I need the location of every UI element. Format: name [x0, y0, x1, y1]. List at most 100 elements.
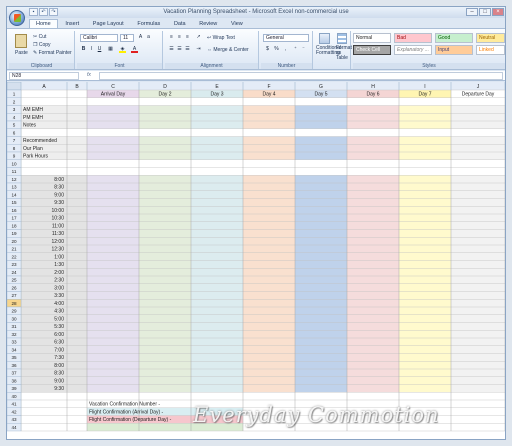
bold-icon[interactable]: B [80, 46, 87, 53]
day-notes-fill [139, 105, 191, 129]
conditional-formatting-button[interactable]: Conditional Formatting [316, 46, 341, 56]
align-top-icon[interactable]: ≡ [168, 34, 175, 41]
conditional-formatting-icon[interactable] [319, 33, 330, 44]
clipboard-label: Clipboard [9, 63, 74, 69]
style-bad[interactable]: Bad [394, 33, 432, 43]
number-format-select[interactable]: General [263, 34, 309, 42]
font-color-icon[interactable]: A [131, 46, 138, 53]
ribbon: Paste ✂ Cut ❐ Copy ✎ Format Painter Clip… [7, 28, 505, 70]
office-button[interactable] [9, 10, 25, 26]
style-explanatory[interactable]: Explanatory ... [394, 45, 432, 55]
row-number: 30 [11, 316, 17, 321]
maximize-icon[interactable]: □ [479, 8, 491, 16]
align-left-icon[interactable]: ☰ [168, 46, 175, 53]
day-plan-fill [139, 136, 191, 160]
time-slot-label: 1:00 [54, 254, 64, 260]
paste-button[interactable]: Paste [15, 50, 28, 56]
format-table-button[interactable]: Format as Table [336, 46, 352, 61]
paste-icon[interactable] [15, 34, 27, 48]
day-notes-fill [191, 105, 243, 129]
font-label: Font [77, 63, 162, 69]
day-notes-fill [87, 105, 139, 129]
shrink-font-icon[interactable]: a [145, 34, 152, 41]
select-all-corner[interactable] [7, 81, 22, 91]
align-bottom-icon[interactable]: ≡ [184, 34, 191, 41]
grid-svg[interactable]: A B C D E F G H I J123456789101112131415161718192… [7, 81, 505, 440]
style-good[interactable]: Good [435, 33, 473, 43]
column-header-h: H [371, 84, 375, 90]
fill-color-icon[interactable]: ◈ [119, 46, 126, 53]
format-painter-button[interactable]: ✎ Format Painter [33, 50, 72, 56]
day-notes-fill [347, 105, 399, 129]
align-right-icon[interactable]: ☰ [184, 46, 191, 53]
align-center-icon[interactable]: ☰ [176, 46, 183, 53]
time-slot-label: 1:30 [54, 262, 64, 268]
borders-icon[interactable]: ▦ [107, 46, 114, 53]
row-number: 31 [11, 324, 17, 329]
font-name-select[interactable]: Calibri [80, 34, 118, 42]
increase-decimal-icon[interactable]: ⁺ [292, 46, 299, 53]
row-label: Park Hours [23, 154, 49, 160]
number-group: General $ % , ⁺ ⁻ Number [261, 31, 313, 69]
orientation-icon[interactable]: ↗ [195, 34, 202, 41]
row-number: 17 [11, 216, 17, 221]
name-box[interactable]: N28 [9, 72, 79, 80]
merge-center-button[interactable]: ⇔ Merge & Center [207, 47, 249, 53]
time-slot-label: 9:00 [54, 378, 64, 384]
fx-icon[interactable]: fx [87, 72, 91, 78]
row-number: 18 [11, 223, 17, 228]
style-neutral[interactable]: Neutral [476, 33, 505, 43]
styles-label: Styles [353, 63, 505, 69]
indent-icon[interactable]: ⇥ [195, 46, 202, 53]
tab-home[interactable]: Home [29, 19, 58, 28]
time-slot-label: 4:00 [54, 301, 64, 307]
currency-button[interactable]: $ [264, 46, 271, 53]
day-plan-fill [87, 136, 139, 160]
italic-icon[interactable]: I [88, 46, 95, 53]
grow-font-icon[interactable]: A [137, 34, 144, 41]
day-plan-fill [191, 136, 243, 160]
footer-label: Flight Confirmation (Arrival Day) - [89, 409, 164, 415]
format-table-icon[interactable] [337, 33, 347, 44]
font-size-select[interactable]: 11 [120, 34, 134, 42]
close-icon[interactable]: × [492, 8, 504, 16]
day-plan-fill [295, 136, 347, 160]
style-linked[interactable]: Linked [476, 45, 505, 55]
day-notes-fill [399, 105, 451, 129]
column-header-band [7, 82, 505, 90]
row-number: 42 [11, 409, 17, 414]
percent-button[interactable]: % [273, 46, 280, 53]
cut-button[interactable]: ✂ Cut [33, 34, 46, 40]
time-slot-label: 2:30 [54, 278, 64, 284]
copy-button[interactable]: ❐ Copy [33, 42, 51, 48]
style-check-cell[interactable]: Check Cell [353, 45, 391, 55]
formula-input[interactable] [99, 72, 503, 80]
day-notes-fill [243, 105, 295, 129]
decrease-decimal-icon[interactable]: ⁻ [300, 46, 307, 53]
wrap-text-button[interactable]: ↩ Wrap Text [207, 35, 235, 41]
row-number: 24 [11, 270, 17, 275]
row-number: 15 [11, 200, 17, 205]
time-slot-label: 3:00 [54, 285, 64, 291]
day-notes-fill [295, 105, 347, 129]
day-header: Day 5 [314, 92, 327, 98]
time-slot-label: 9:30 [54, 200, 64, 206]
style-input[interactable]: Input [435, 45, 473, 55]
time-slot-label: 3:30 [54, 293, 64, 299]
comma-button[interactable]: , [282, 46, 289, 53]
window-title: Vacation Planning Spreadsheet - Microsof… [163, 9, 349, 15]
style-normal[interactable]: Normal [353, 33, 391, 43]
time-slot-label: 8:30 [54, 185, 64, 191]
font-group: Calibri 11 A a B I U ▦ ◈ A Font [77, 31, 163, 69]
row-number: 44 [11, 425, 17, 430]
spreadsheet-grid[interactable]: A B C D E F G H I J 1 2 3 4 5 6 7 8 9 10 11 12 13 14 15 16 17 18 19 2… [7, 81, 505, 440]
row-number: 14 [11, 192, 17, 197]
align-middle-icon[interactable]: ≡ [176, 34, 183, 41]
column-header-g: G [319, 84, 323, 90]
row-number: 3 [13, 107, 16, 112]
day-header: Arrival Day [101, 92, 126, 98]
row-number: 35 [11, 355, 17, 360]
underline-icon[interactable]: U [96, 46, 103, 53]
minimize-icon[interactable]: – [466, 8, 478, 16]
day-header: Day 2 [158, 92, 171, 98]
